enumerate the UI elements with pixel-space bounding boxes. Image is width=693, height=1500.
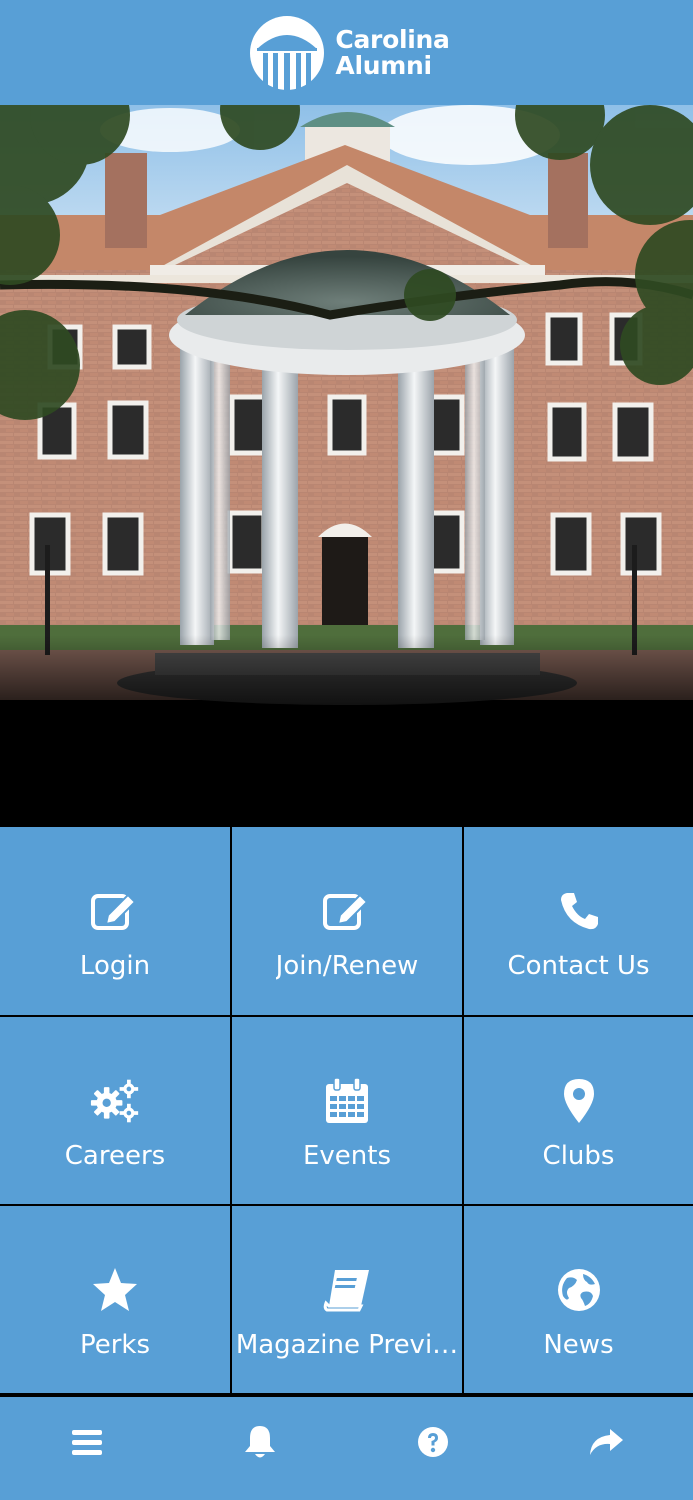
edit-icon [90,889,140,933]
menu-tile-grid: Login Join/Renew Contact Us Careers Even… [0,827,693,1395]
menu-button[interactable] [57,1412,117,1472]
tile-news[interactable]: News [464,1206,693,1393]
calendar-icon [322,1077,372,1123]
tile-join-renew[interactable]: Join/Renew [232,827,462,1015]
help-button[interactable] [403,1412,463,1472]
carolina-alumni-logo: Carolina Alumni [249,15,450,91]
tile-label: Perks [79,1330,151,1360]
globe-icon [554,1268,604,1312]
tile-perks[interactable]: Perks [0,1206,230,1393]
logo-line1: Carolina [335,24,450,54]
logo-text: Carolina Alumni [335,24,450,80]
tile-label: News [543,1330,614,1360]
tile-label: Magazine Previ… [235,1330,459,1360]
old-well-photo [0,105,693,827]
edit-icon [322,889,372,933]
gears-icon [90,1079,140,1123]
bell-icon [244,1425,275,1457]
tile-label: Events [302,1141,392,1171]
tile-careers[interactable]: Careers [0,1017,230,1204]
star-icon [90,1268,140,1312]
app-header: Carolina Alumni [0,0,693,105]
tile-label: Contact Us [507,951,650,981]
notifications-button[interactable] [230,1412,290,1472]
book-icon [322,1268,372,1312]
hero-campus-image [0,105,693,827]
tile-login[interactable]: Login [0,827,230,1015]
menu-icon [71,1429,102,1455]
map-pin-icon [554,1079,604,1123]
tile-magazine-preview[interactable]: Magazine Previ… [232,1206,462,1393]
help-icon [418,1426,449,1457]
tile-label: Login [79,951,151,981]
bottom-toolbar [0,1397,693,1500]
share-icon [590,1428,624,1455]
tile-label: Join/Renew [275,951,419,981]
tile-label: Clubs [542,1141,615,1171]
phone-icon [554,889,604,933]
old-well-logo-icon [250,15,325,91]
tile-clubs[interactable]: Clubs [464,1017,693,1204]
tile-contact-us[interactable]: Contact Us [464,827,693,1015]
logo-line2: Alumni [335,50,432,80]
tile-label: Careers [64,1141,166,1171]
share-button[interactable] [576,1412,636,1472]
tile-events[interactable]: Events [232,1017,462,1204]
